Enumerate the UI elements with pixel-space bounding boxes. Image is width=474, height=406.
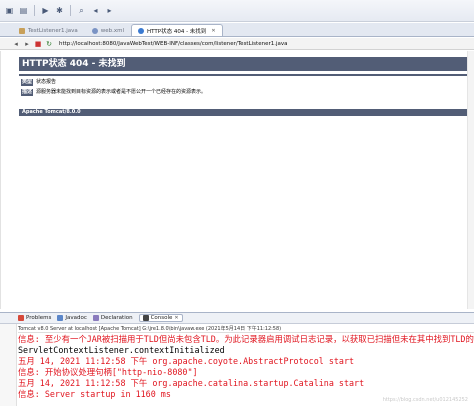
description-label: 描述 — [21, 89, 34, 96]
watermark: https://blog.csdn.net/u012145252 — [382, 397, 468, 403]
browser-icon — [138, 27, 144, 34]
console-line: 五月 14, 2021 11:12:58 下午 org.apache.coyot… — [18, 356, 355, 366]
main-toolbar: ▣ ▤ ▶ ✱ ⌕ ◂ ▸ — [0, 0, 474, 22]
console-line: 信息: 至少有一个JAR被扫描用于TLD但尚未包含TLD。为此记录器启用调试日志… — [18, 334, 474, 344]
type-label: 类型 — [21, 79, 34, 86]
tab-web-xml[interactable]: web.xml — [85, 24, 131, 36]
tab-label: TestListener1.java — [28, 27, 78, 34]
browser-viewport: HTTP状态 404 - 未找到 类型 状态报告 描述 源服务器未能找到目标资源… — [0, 51, 474, 309]
console-icon — [142, 315, 149, 321]
tab-label: web.xml — [100, 27, 124, 34]
type-value: 状态报告 — [36, 79, 57, 85]
vertical-scrollbar[interactable] — [467, 51, 474, 309]
console-status: Tomcat v8.0 Server at localhost [Apache … — [18, 325, 474, 333]
declaration-icon — [92, 315, 99, 321]
description-row: 描述 源服务器未能找到目标资源的表示或者是不愿公开一个已经存在的资源表示。 — [21, 89, 206, 96]
forward-icon[interactable]: ▸ — [23, 40, 31, 48]
java-file-icon — [19, 27, 25, 34]
server-info: Apache Tomcat/8.0.0 — [19, 109, 471, 116]
toolbar-divider — [34, 5, 35, 16]
close-icon[interactable]: ✕ — [211, 28, 215, 34]
type-row: 类型 状态报告 — [21, 79, 56, 86]
tab-declaration[interactable]: Declaration — [92, 315, 133, 321]
side-gutter — [0, 312, 17, 406]
close-icon[interactable]: ✕ — [174, 315, 178, 321]
tab-javadoc[interactable]: Javadoc — [57, 315, 87, 321]
console-output[interactable]: 信息: 至少有一个JAR被扫描用于TLD但尚未包含TLD。为此记录器启用调试日志… — [18, 334, 474, 406]
new-icon[interactable]: ▣ — [4, 5, 15, 16]
console-line: 信息: 开始协议处理句柄["http-nio-8080"] — [18, 367, 198, 377]
tab-label: Console — [150, 315, 173, 321]
save-icon[interactable]: ▤ — [18, 5, 29, 16]
tab-label: Javadoc — [65, 315, 87, 321]
problems-icon — [18, 315, 24, 321]
tab-label: Declaration — [100, 315, 133, 321]
tab-label: HTTP状态 404 - 未找到 — [147, 28, 207, 35]
search-icon[interactable]: ⌕ — [76, 5, 87, 16]
debug-icon[interactable]: ✱ — [54, 5, 65, 16]
panel-tab-bar: Problems Javadoc Declaration Console ✕ — [0, 312, 474, 324]
stop-icon[interactable]: ■ — [34, 40, 42, 48]
xml-file-icon — [91, 27, 98, 34]
console-line: 五月 14, 2021 11:12:58 下午 org.apache.catal… — [18, 378, 365, 388]
tab-testlistener1-java[interactable]: TestListener1.java — [12, 24, 85, 36]
console-line: ServletContextListener.contextInitialize… — [18, 345, 225, 355]
javadoc-icon — [57, 315, 64, 321]
url-field[interactable]: http://localhost:8080/JavaWebTest/WEB-IN… — [59, 41, 288, 47]
description-value: 源服务器未能找到目标资源的表示或者是不愿公开一个已经存在的资源表示。 — [36, 89, 207, 95]
back-icon[interactable]: ◂ — [90, 5, 101, 16]
browser-address-bar: ◂ ▸ ■ ↻ http://localhost:8080/JavaWebTes… — [0, 38, 474, 50]
toolbar-divider — [70, 5, 71, 16]
tab-console[interactable]: Console ✕ — [138, 314, 183, 322]
page-title: HTTP状态 404 - 未找到 — [19, 57, 471, 71]
refresh-icon[interactable]: ↻ — [45, 40, 53, 48]
divider — [19, 74, 471, 76]
editor-tab-bar: TestListener1.java web.xml HTTP状态 404 - … — [0, 23, 474, 37]
tab-label: Problems — [26, 315, 52, 321]
tab-http-404[interactable]: HTTP状态 404 - 未找到 ✕ — [131, 24, 223, 36]
forward-icon[interactable]: ▸ — [104, 5, 115, 16]
back-icon[interactable]: ◂ — [12, 40, 20, 48]
run-icon[interactable]: ▶ — [40, 5, 51, 16]
tab-problems[interactable]: Problems — [18, 315, 51, 321]
